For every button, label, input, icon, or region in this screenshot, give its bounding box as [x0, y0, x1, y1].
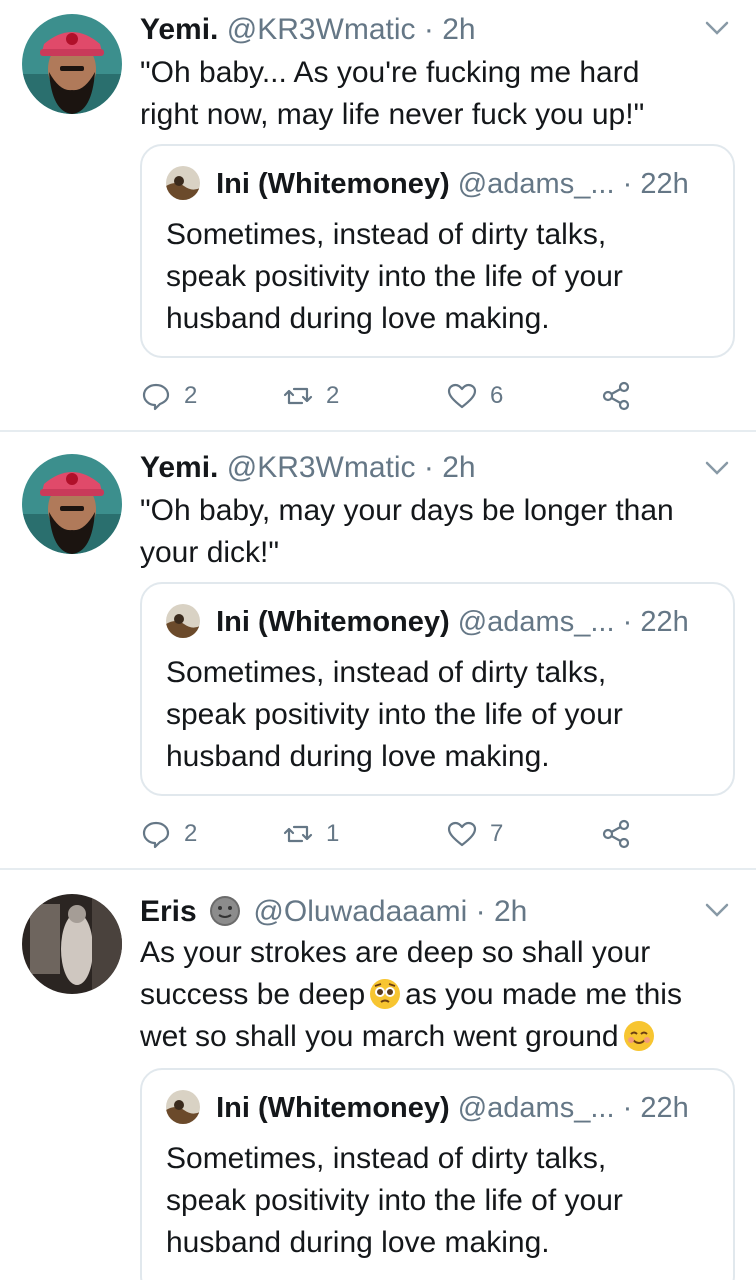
retweet-count: 1: [326, 820, 340, 847]
tweet-text-line: your dick!": [140, 536, 280, 569]
author-name[interactable]: Yemi.: [140, 13, 218, 46]
tweet-text-line: success be deep as you made me this: [140, 974, 730, 1016]
tweet-text: As your strokes are deep so shall your s…: [140, 932, 730, 1058]
tweet-text-segment: as you made me this: [405, 978, 682, 1011]
tweet-text-line: wet so shall you march went ground: [140, 1016, 730, 1058]
pleading-face-emoji: [370, 979, 401, 1009]
quoted-tweet-header: Ini (Whitemoney) @adams_... · 22h: [166, 164, 689, 204]
quoted-text-line: Sometimes, instead of dirty talks,: [166, 1142, 607, 1175]
quoted-text-line: husband during love making.: [166, 740, 550, 773]
separator: ·: [475, 895, 486, 928]
timestamp[interactable]: 2h: [442, 451, 475, 484]
quoted-text-line: husband during love making.: [166, 302, 550, 335]
quoted-avatar: [166, 166, 200, 200]
reply-count: 2: [184, 820, 198, 847]
quoted-author-handle: @adams_...: [457, 168, 615, 200]
retweet-count: 2: [326, 382, 340, 409]
quoted-tweet[interactable]: Ini (Whitemoney) @adams_... · 22h Someti…: [140, 1068, 735, 1280]
retweet-icon: [283, 387, 313, 405]
chevron-down-icon[interactable]: [704, 460, 730, 476]
tweet-header: Yemi. @KR3Wmatic · 2h: [140, 448, 476, 488]
author-handle[interactable]: @KR3Wmatic: [227, 13, 416, 46]
quoted-author-name: Ini (Whitemoney): [216, 1092, 450, 1124]
share-icon: [602, 381, 630, 411]
author-handle[interactable]: @Oluwadaaami: [253, 895, 467, 928]
tweet-text: "Oh baby, may your days be longer than y…: [140, 490, 730, 574]
tweet-text-segment: wet so shall you march went ground: [140, 1020, 619, 1053]
quoted-text-line: speak positivity into the life of your: [166, 698, 623, 731]
reply-icon: [142, 821, 170, 849]
quoted-text-line: speak positivity into the life of your: [166, 260, 623, 293]
quoted-tweet[interactable]: Ini (Whitemoney) @adams_... · 22h Someti…: [140, 582, 735, 796]
separator: ·: [622, 168, 633, 200]
timestamp[interactable]: 2h: [442, 13, 475, 46]
tweet-text: "Oh baby... As you're fucking me hard ri…: [140, 52, 730, 136]
quoted-author-handle: @adams_...: [457, 606, 615, 638]
quoted-text-line: Sometimes, instead of dirty talks,: [166, 218, 607, 251]
reply-icon: [142, 383, 170, 411]
quoted-tweet-text: Sometimes, instead of dirty talks, speak…: [166, 1138, 716, 1264]
separator: ·: [622, 606, 633, 638]
quoted-tweet-text: Sometimes, instead of dirty talks, speak…: [166, 214, 716, 340]
tweet-header: Eris @Oluwadaaami · 2h: [140, 892, 527, 932]
tweet[interactable]: Eris @Oluwadaaami · 2h As your strokes a…: [0, 870, 756, 1280]
share-button[interactable]: [600, 814, 632, 854]
reply-button[interactable]: 2: [140, 814, 197, 854]
tweet-actions: 2 2 6: [140, 376, 660, 416]
like-button[interactable]: 6: [446, 376, 503, 416]
share-button[interactable]: [600, 376, 632, 416]
tweet-text-segment: success be deep: [140, 978, 366, 1011]
tweet-text-line: As your strokes are deep so shall your: [140, 936, 651, 969]
quoted-tweet-header: Ini (Whitemoney) @adams_... · 22h: [166, 1088, 689, 1128]
moon-face-emoji: [210, 896, 241, 926]
heart-icon: [447, 383, 477, 409]
quoted-timestamp: 22h: [640, 606, 689, 638]
quoted-timestamp: 22h: [640, 168, 689, 200]
quoted-timestamp: 22h: [640, 1092, 689, 1124]
share-icon: [602, 819, 630, 849]
tweet-text-line: "Oh baby... As you're fucking me hard: [140, 56, 640, 89]
quoted-tweet-text: Sometimes, instead of dirty talks, speak…: [166, 652, 716, 778]
quoted-tweet[interactable]: Ini (Whitemoney) @adams_... · 22h Someti…: [140, 144, 735, 358]
heart-icon: [447, 821, 477, 847]
quoted-text-line: speak positivity into the life of your: [166, 1184, 623, 1217]
chevron-down-icon[interactable]: [704, 902, 730, 918]
chevron-down-icon[interactable]: [704, 20, 730, 36]
quoted-tweet-header: Ini (Whitemoney) @adams_... · 22h: [166, 602, 689, 642]
avatar[interactable]: [22, 454, 122, 554]
tweet-text-line: "Oh baby, may your days be longer than: [140, 494, 674, 527]
retweet-icon: [283, 825, 313, 843]
quoted-avatar: [166, 1090, 200, 1124]
like-button[interactable]: 7: [446, 814, 503, 854]
quoted-author-name: Ini (Whitemoney): [216, 606, 450, 638]
retweet-button[interactable]: 2: [282, 376, 339, 416]
timestamp[interactable]: 2h: [494, 895, 527, 928]
like-count: 6: [490, 382, 504, 409]
author-handle[interactable]: @KR3Wmatic: [227, 451, 416, 484]
author-name[interactable]: Eris: [140, 895, 197, 928]
quoted-text-line: Sometimes, instead of dirty talks,: [166, 656, 607, 689]
tweet-header: Yemi. @KR3Wmatic · 2h: [140, 10, 476, 50]
separator: ·: [622, 1092, 633, 1124]
retweet-button[interactable]: 1: [282, 814, 339, 854]
quoted-author-handle: @adams_...: [457, 1092, 615, 1124]
quoted-author-name: Ini (Whitemoney): [216, 168, 450, 200]
avatar[interactable]: [22, 894, 122, 994]
tweet-actions: 2 1 7: [140, 814, 660, 854]
separator: ·: [423, 13, 434, 46]
reply-count: 2: [184, 382, 198, 409]
separator: ·: [423, 451, 434, 484]
tweet[interactable]: Yemi. @KR3Wmatic · 2h "Oh baby... As you…: [0, 0, 756, 432]
avatar[interactable]: [22, 14, 122, 114]
smiling-face-emoji: [623, 1021, 654, 1051]
author-name[interactable]: Yemi.: [140, 451, 218, 484]
quoted-text-line: husband during love making.: [166, 1226, 550, 1259]
timeline: Yemi. @KR3Wmatic · 2h "Oh baby... As you…: [0, 0, 756, 1280]
like-count: 7: [490, 820, 504, 847]
quoted-avatar: [166, 604, 200, 638]
tweet-text-line: right now, may life never fuck you up!": [140, 98, 645, 131]
tweet[interactable]: Yemi. @KR3Wmatic · 2h "Oh baby, may your…: [0, 432, 756, 870]
reply-button[interactable]: 2: [140, 376, 197, 416]
